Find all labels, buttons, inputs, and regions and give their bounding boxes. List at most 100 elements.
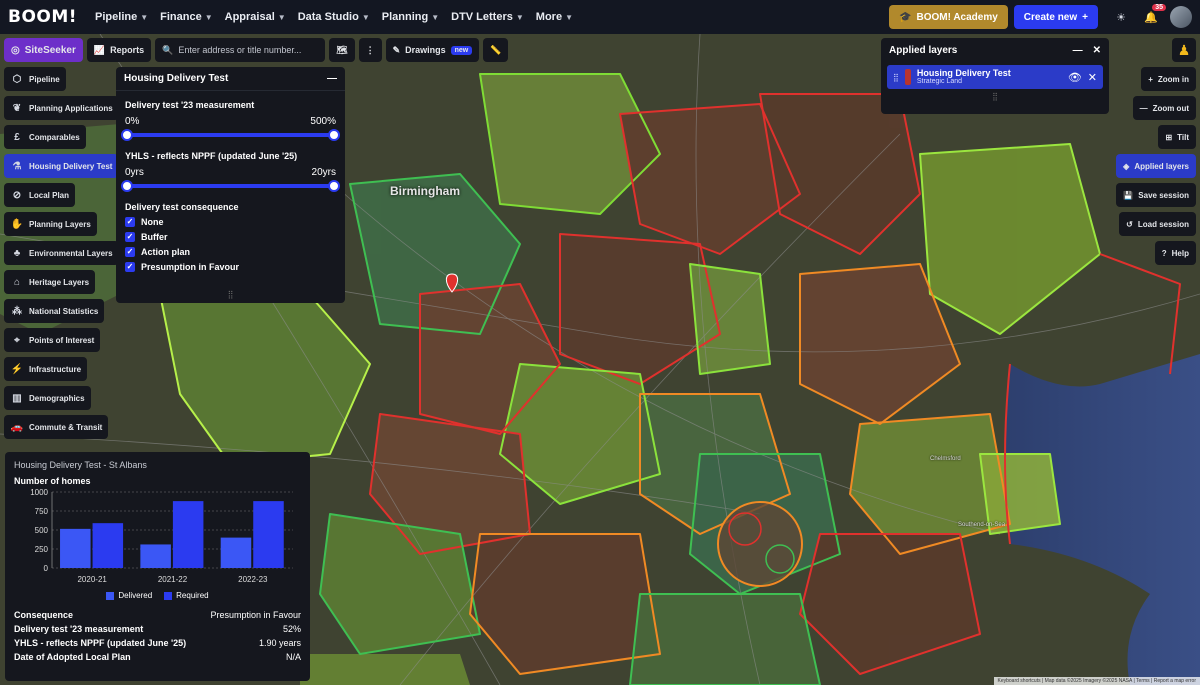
create-new-button[interactable]: Create new + [1013,5,1098,29]
tree-icon: ♣ [13,247,21,259]
remove-layer-icon[interactable]: ✕ [1088,71,1097,84]
legend-label: Delivered [118,591,153,600]
sidebar-item-pipeline[interactable]: ⬡ Pipeline [4,67,66,91]
sidebar-item-infrastructure[interactable]: ⚡ Infrastructure [4,357,88,381]
nav-planning[interactable]: Planning ▼ [382,11,439,23]
sidebar-item-national-statistics[interactable]: ⁂ National Statistics [4,299,105,323]
search-input[interactable]: 🔍 Enter address or title number... [155,38,326,62]
sidebar-item-planning-applications[interactable]: ❦ Planning Applications [4,96,119,120]
map-city-label: Chelmsford [930,456,961,462]
legend-required[interactable]: Required [164,591,209,600]
measure-button[interactable]: 📏 [483,38,509,62]
checkbox-checked-icon[interactable]: ✓ [125,247,135,257]
chart-line-icon: 📈 [93,44,106,55]
slider-min: 0% [125,116,140,127]
drag-handle-icon[interactable]: ⣿ [228,290,234,299]
measurement-slider[interactable] [121,129,340,141]
sidebar-item-planning-layers[interactable]: ✋ Planning Layers [4,212,97,236]
academy-button[interactable]: 🎓 BOOM! Academy [889,5,1008,29]
drawings-button[interactable]: ✎ Drawings new [385,38,480,62]
reports-button[interactable]: 📈 Reports [86,38,152,62]
nav-data-studio[interactable]: Data Studio ▼ [298,11,370,23]
slider-max-handle[interactable] [328,129,340,141]
slider-min-handle[interactable] [121,180,133,192]
drag-handle-icon[interactable]: ⣿ [893,73,899,82]
panel-header: Housing Delivery Test — [116,67,345,91]
legend-delivered[interactable]: Delivered [106,591,152,600]
applied-layers-button[interactable]: ◈ Applied layers [1116,154,1196,178]
slider-min-handle[interactable] [121,129,133,141]
option-action-plan[interactable]: ✓ Action plan [125,247,336,257]
option-presumption[interactable]: ✓ Presumption in Favour [125,262,336,272]
chart-legend: Delivered Required [14,591,301,600]
notification-badge: 35 [1152,4,1166,11]
save-icon: 💾 [1123,190,1134,200]
sidebar-item-label: Demographics [29,393,85,403]
applied-layer-card[interactable]: ⣿ Housing Delivery Test Strategic Land 👁… [887,65,1103,89]
sidebar-item-points-of-interest[interactable]: ⌖ Points of Interest [4,328,101,352]
save-session-button[interactable]: 💾 Save session [1116,183,1196,207]
option-none[interactable]: ✓ None [125,217,336,227]
slider-min: 0yrs [125,167,144,178]
eye-icon[interactable]: 👁 [1068,71,1082,84]
map-style-button[interactable]: 🗺 [329,38,355,62]
zoom-in-button[interactable]: + Zoom in [1141,67,1196,91]
sidebar-item-commute-transit[interactable]: 🚗 Commute & Transit [4,415,109,439]
nav-label: Finance [160,11,202,23]
map-icon: 🗺 [336,44,348,55]
load-session-button[interactable]: ↺ Load session [1119,212,1196,236]
plus-icon: + [1148,74,1153,84]
tilt-button[interactable]: ⊞ Tilt [1158,125,1196,149]
zoom-out-label: Zoom out [1152,103,1189,113]
sidebar-item-local-plan[interactable]: ⊘ Local Plan [4,183,76,207]
minimize-icon[interactable]: — [1073,45,1083,56]
nav-label: Data Studio [297,11,359,23]
option-buffer[interactable]: ✓ Buffer [125,232,336,242]
map-city-label: Birmingham [390,184,461,198]
search-placeholder: Enter address or title number... [178,45,302,55]
theme-toggle-icon[interactable]: ☀ [1110,6,1132,28]
hdt-filter-panel: Housing Delivery Test — Delivery test '2… [116,67,345,303]
nav-more[interactable]: More ▼ [536,11,573,23]
logo[interactable]: BOOM! [8,7,77,27]
siteseeker-button[interactable]: ◎ SiteSeeker [4,38,83,62]
sidebar-item-label: Infrastructure [29,364,82,374]
bell-icon[interactable]: 🔔 35 [1140,4,1166,28]
map-controls: + Zoom in — Zoom out ⊞ Tilt ◈ Applied layers… [1116,67,1196,265]
sidebar-item-environmental-layers[interactable]: ♣ Environmental Layers [4,241,119,265]
stat-value: N/A [285,652,301,662]
checkbox-checked-icon[interactable]: ✓ [125,262,135,272]
chart-icon: ▥ [12,392,22,404]
street-view-pegman-icon[interactable]: ♟ [1172,38,1196,62]
nav-label: Appraisal [224,11,275,23]
nav-finance[interactable]: Finance ▼ [160,11,213,23]
drag-handle-icon[interactable]: ⣿ [881,92,1109,101]
bar-delivered [140,544,171,568]
pylon-icon: ⚡ [10,363,24,375]
map-attribution[interactable]: Keyboard shortcuts | Map data ©2025 Imag… [993,677,1200,685]
chevron-down-icon: ▼ [361,12,370,22]
yhls-slider[interactable] [121,180,340,192]
layer-color-swatch [904,69,911,85]
nav-pipeline[interactable]: Pipeline ▼ [95,11,148,23]
sidebar-item-comparables[interactable]: £ Comparables [4,125,86,149]
avatar[interactable] [1170,6,1192,28]
minimize-icon[interactable]: — [327,73,337,84]
sidebar-item-housing-delivery-test[interactable]: ⚗ Housing Delivery Test [4,154,119,178]
checkbox-checked-icon[interactable]: ✓ [125,217,135,227]
checkbox-checked-icon[interactable]: ✓ [125,232,135,242]
sidebar-item-heritage-layers[interactable]: ⌂ Heritage Layers [4,270,96,294]
slider-max: 500% [310,116,336,127]
panel-header: Applied layers — ✕ [881,38,1109,62]
sidebar-item-label: National Statistics [29,306,99,316]
slider-max-handle[interactable] [328,180,340,192]
nav-dtv-letters[interactable]: DTV Letters ▼ [451,11,524,23]
slider-label: Delivery test '23 measurement [125,100,255,110]
help-button[interactable]: ? Help [1154,241,1196,265]
tilt-label: Tilt [1177,132,1189,142]
sidebar-item-demographics[interactable]: ▥ Demographics [4,386,91,410]
nav-appraisal[interactable]: Appraisal ▼ [225,11,286,23]
zoom-out-button[interactable]: — Zoom out [1132,96,1196,120]
more-options-button[interactable]: ⋮ [358,38,382,62]
close-icon[interactable]: ✕ [1093,45,1101,56]
